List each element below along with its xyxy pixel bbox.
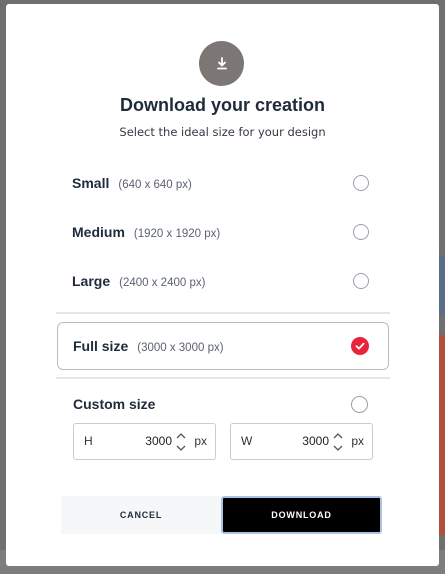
width-stepper[interactable] <box>332 429 344 455</box>
height-input[interactable]: H 3000 px <box>73 423 216 460</box>
option-label: Medium <box>72 224 125 240</box>
radio-button[interactable] <box>353 175 369 191</box>
divider <box>56 377 390 379</box>
option-dimensions: (2400 x 2400 px) <box>119 277 206 289</box>
dialog-title: Download your creation <box>119 95 326 115</box>
download-icon <box>199 41 244 86</box>
size-option-full[interactable]: Full size (3000 x 3000 px) <box>57 322 389 370</box>
download-dialog: Download your creation Select the ideal … <box>6 4 439 566</box>
custom-size-radio[interactable] <box>351 396 368 413</box>
checkmark-icon <box>355 342 365 350</box>
height-stepper[interactable] <box>175 429 187 455</box>
width-label: W <box>241 434 253 448</box>
download-button[interactable]: DOWNLOAD <box>221 496 382 534</box>
size-option-medium[interactable]: Medium (1920 x 1920 px) <box>57 209 389 255</box>
background-image-fragment <box>439 255 445 315</box>
radio-button-checked[interactable] <box>351 337 369 355</box>
option-dimensions: (3000 x 3000 px) <box>137 342 224 354</box>
cancel-button[interactable]: CANCEL <box>61 496 221 534</box>
custom-size-label: Custom size <box>73 396 156 412</box>
option-dimensions: (1920 x 1920 px) <box>133 228 221 240</box>
size-option-small[interactable]: Small (640 x 640 px) <box>57 160 389 206</box>
height-label: H <box>84 434 93 448</box>
size-option-large[interactable]: Large (2400 x 2400 px) <box>57 258 389 304</box>
option-dimensions: (640 x 640 px) <box>118 179 192 191</box>
width-input[interactable]: W 3000 px <box>230 423 373 460</box>
radio-button[interactable] <box>353 224 369 240</box>
radio-button[interactable] <box>353 273 369 289</box>
background-image-fragment <box>439 335 445 535</box>
dialog-subtitle: Select the ideal size for your design <box>119 125 326 139</box>
option-label: Small <box>72 175 110 191</box>
width-unit: px <box>351 434 364 448</box>
option-label: Full size <box>73 338 129 354</box>
height-value[interactable]: 3000 <box>145 434 172 448</box>
height-unit: px <box>194 434 207 448</box>
divider <box>56 312 390 314</box>
option-label: Large <box>72 273 111 289</box>
width-value[interactable]: 3000 <box>302 434 329 448</box>
